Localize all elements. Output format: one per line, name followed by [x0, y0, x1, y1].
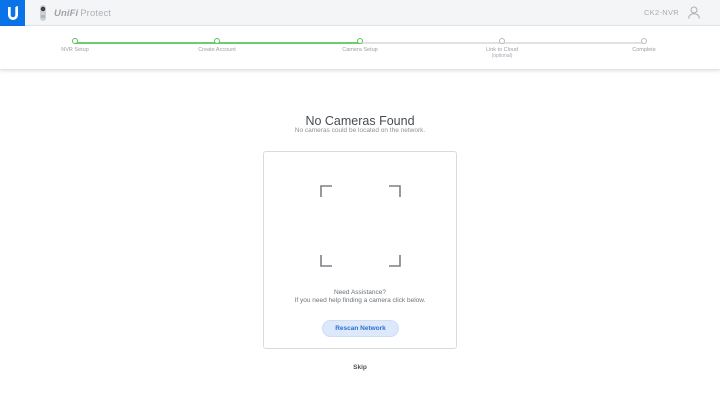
app-title: UniFi Protect	[54, 7, 112, 19]
page-title: No Cameras Found	[305, 114, 415, 128]
no-cameras-card: Need Assistance? If you need help findin…	[263, 151, 457, 349]
camera-frame-icon	[320, 185, 401, 267]
step-create-account: Create Account	[147, 38, 287, 53]
rescan-network-button[interactable]: Rescan Network	[322, 320, 399, 337]
assistance-title: Need Assistance?	[333, 289, 387, 296]
setup-progress-stepper: NVR Setup Create Account Camera Setup Li…	[0, 26, 720, 70]
step-dot-pending	[499, 38, 505, 44]
page-subtitle: No cameras could be located on the netwo…	[294, 127, 426, 134]
step-dot-pending	[641, 38, 647, 44]
step-label: Complete	[632, 47, 656, 53]
top-bar: UniFi Protect CK2-NVR	[0, 0, 720, 26]
step-complete: Complete	[574, 38, 714, 53]
step-label: Create Account	[198, 47, 236, 53]
step-dot-current	[357, 38, 363, 44]
user-icon[interactable]	[687, 5, 701, 19]
step-dot-complete	[214, 38, 220, 44]
app-brand: UniFi Protect	[38, 4, 111, 22]
step-nvr-setup: NVR Setup	[5, 38, 145, 53]
protect-camera-icon	[38, 4, 48, 22]
step-dot-complete	[72, 38, 78, 44]
step-label: NVR Setup	[61, 47, 89, 53]
step-camera-setup: Camera Setup	[290, 38, 430, 53]
step-link-to-cloud: Link to Cloud (optional)	[432, 38, 572, 59]
step-sublabel: (optional)	[491, 53, 513, 59]
step-label: Camera Setup	[342, 47, 378, 53]
assistance-text: If you need help finding a camera click …	[294, 297, 426, 304]
device-name: CK2-NVR	[643, 8, 679, 17]
ubiquiti-logo-icon[interactable]	[0, 0, 25, 26]
skip-link[interactable]: Skip	[340, 364, 380, 371]
